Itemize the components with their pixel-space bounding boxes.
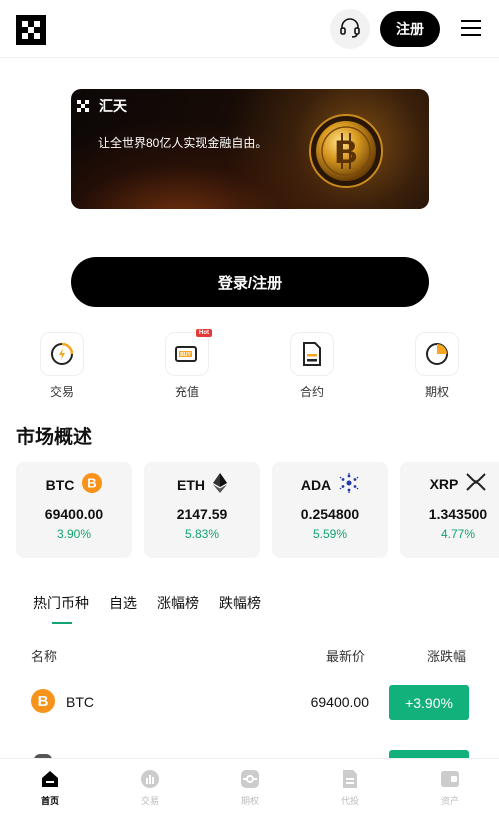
column-header-change: 涨跌幅 [427, 649, 467, 664]
okx-logo-icon [77, 100, 89, 112]
coin-change: 3.90% [56, 527, 92, 541]
shortcut-label: 合约 [299, 385, 324, 399]
bottom-navigation: 首页 交易 期权 代投 资产 [0, 758, 499, 818]
svg-text:B: B [88, 476, 97, 491]
contract-document-icon [290, 332, 334, 376]
nav-options[interactable]: 期权 [220, 769, 280, 807]
active-tab-indicator [52, 622, 72, 624]
tab-hot-coins[interactable]: 热门币种 [33, 593, 89, 613]
nav-label: 资产 [440, 796, 459, 806]
coin-change: 5.59% [312, 527, 348, 541]
exchange-icon [40, 332, 84, 376]
tab-gainers[interactable]: 涨幅榜 [157, 593, 199, 613]
banner-brand-name: 汇天 [99, 98, 127, 114]
shortcut-trade[interactable]: 交易 [32, 332, 92, 400]
hamburger-menu-icon[interactable] [461, 20, 481, 36]
nav-label: 期权 [240, 796, 259, 806]
nav-home[interactable]: 首页 [20, 769, 80, 807]
signup-button[interactable]: 注册 [380, 11, 440, 47]
coin-symbol: BTC [45, 476, 75, 493]
svg-text:B: B [38, 693, 49, 710]
promo-banner[interactable]: 汇天 让全世界80亿人实现金融自由。 B [71, 89, 429, 209]
shortcut-options[interactable]: 期权 [407, 332, 467, 400]
column-header-name: 名称 [31, 649, 58, 664]
ada-icon [339, 473, 359, 496]
coin-change: 4.77% [440, 527, 476, 541]
login-register-button[interactable]: 登录/注册 [71, 257, 429, 307]
options-icon [240, 769, 260, 789]
headset-icon [338, 15, 362, 44]
coin-symbol: ETH [177, 476, 205, 493]
market-card-eth[interactable]: ETH 2147.59 5.83% [144, 462, 260, 558]
tab-losers[interactable]: 跌幅榜 [219, 593, 261, 613]
nav-label: 代投 [340, 796, 359, 806]
svg-text:B: B [334, 134, 357, 170]
svg-text:BUY: BUY [180, 352, 191, 358]
nav-assets[interactable]: 资产 [420, 769, 480, 807]
coin-price: 2147.59 [176, 506, 228, 522]
nav-label: 首页 [40, 796, 59, 806]
coin-price: 0.254800 [300, 506, 360, 522]
nav-label: 交易 [140, 796, 159, 806]
shortcut-label: 充值 [174, 385, 199, 399]
shortcut-label: 交易 [49, 385, 74, 399]
row-change-badge[interactable]: +3.90% [389, 685, 469, 720]
hot-badge: Hot [196, 329, 212, 337]
banner-brand: 汇天 [77, 96, 127, 116]
shortcut-contract[interactable]: 合约 [282, 332, 342, 400]
deposit-buy-icon: BUY Hot [165, 329, 212, 376]
okx-logo-icon[interactable] [16, 15, 46, 45]
bitcoin-coin-icon: B [306, 111, 386, 196]
coin-symbol: XRP [429, 475, 459, 492]
market-card-btc[interactable]: BTC B 69400.00 3.90% [16, 462, 132, 558]
home-icon [40, 769, 60, 789]
coin-price: 1.343500 [428, 506, 488, 522]
shortcut-label: 期权 [424, 385, 449, 399]
nav-copy-trade[interactable]: 代投 [320, 769, 380, 807]
shortcut-deposit[interactable]: BUY Hot 充值 [157, 329, 217, 400]
btc-icon: B [82, 473, 103, 496]
market-overview-title: 市场概述 [16, 427, 93, 448]
eth-icon [213, 473, 227, 496]
coin-symbol: ADA [300, 476, 332, 493]
top-header: 注册 [0, 0, 499, 58]
market-card-xrp[interactable]: XRP 1.343500 4.77% [400, 462, 499, 558]
column-header-price: 最新价 [326, 649, 366, 664]
row-coin-name: BTC [66, 694, 94, 710]
nav-trade[interactable]: 交易 [120, 769, 180, 807]
coin-price: 69400.00 [44, 506, 104, 522]
tab-favorites[interactable]: 自选 [109, 593, 137, 613]
coin-change: 5.83% [184, 527, 220, 541]
copy-trade-icon [340, 769, 360, 789]
row-last-price: 69400.00 [310, 694, 369, 710]
btc-icon: B [31, 689, 55, 713]
xrp-icon [466, 473, 487, 494]
pie-chart-icon [415, 332, 459, 376]
trade-icon [140, 769, 160, 789]
market-card-ada[interactable]: ADA 0.254800 5.59% [272, 462, 388, 558]
customer-support-button[interactable] [330, 9, 370, 49]
banner-slogan: 让全世界80亿人实现金融自由。 [98, 136, 268, 150]
wallet-icon [440, 769, 460, 789]
